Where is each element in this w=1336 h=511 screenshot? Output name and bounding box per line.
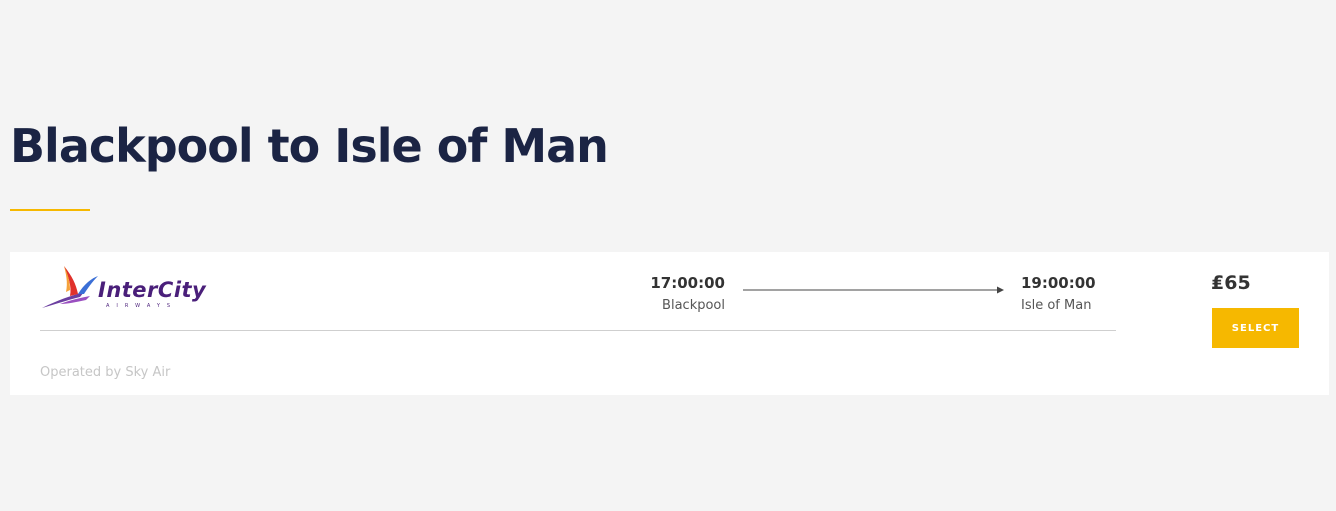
- departure-city: Blackpool: [662, 298, 725, 313]
- operated-by-text: Operated by Sky Air: [40, 365, 171, 380]
- flight-card: InterCity AIRWAYS 17:00:00 Blackpool 19:…: [10, 252, 1329, 395]
- select-button[interactable]: SELECT: [1212, 308, 1299, 348]
- title-underline: [10, 209, 90, 211]
- arrival-city: Isle of Man: [1021, 298, 1092, 313]
- airline-subtitle: AIRWAYS: [106, 303, 178, 309]
- arrival-time: 19:00:00: [1021, 274, 1096, 292]
- airline-logo: InterCity AIRWAYS: [40, 264, 236, 312]
- page-title: Blackpool to Isle of Man: [10, 119, 609, 173]
- airline-name: InterCity: [98, 278, 207, 302]
- arrow-right-icon: [743, 286, 1004, 294]
- departure-time: 17:00:00: [650, 274, 725, 292]
- card-divider: [40, 330, 1116, 331]
- flight-price: ₤65: [1211, 272, 1251, 294]
